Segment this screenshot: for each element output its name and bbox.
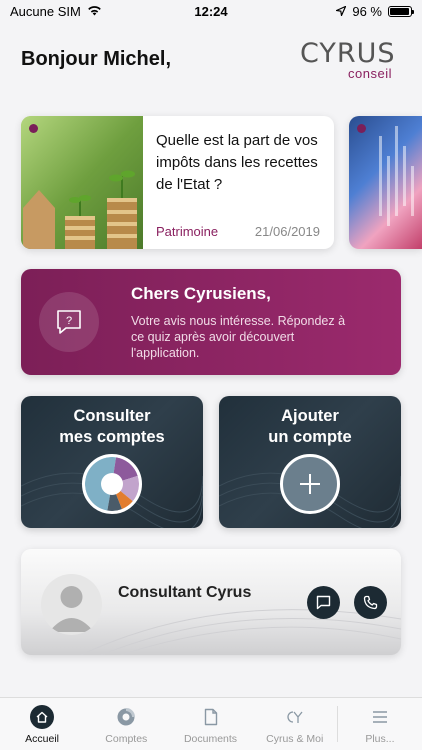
article-meta: Patrimoine 21/06/2019 [156,224,320,239]
status-left: Aucune SIM [10,4,102,19]
article-title: Quelle est la part de vos impôts dans le… [156,132,318,193]
consult-accounts-line1: Consulter [73,407,151,425]
tab-cyrus-moi[interactable]: Cyrus & Moi [253,698,337,750]
coins-plant-illustration [21,116,143,249]
article-card[interactable]: Quelle est la part de vos impôts dans le… [21,116,334,249]
plus-icon [280,454,340,514]
greeting-title: Bonjour Michel, [21,48,171,70]
status-bar: Aucune SIM 12:24 96 % [0,0,422,22]
tab-plus[interactable]: Plus... [338,698,422,750]
home-icon [30,704,55,730]
consultant-avatar [41,574,102,635]
consult-accounts-line2: mes comptes [59,428,165,446]
tab-documents[interactable]: Documents [168,698,252,750]
unread-dot [29,124,38,133]
cyrus-logo-icon [284,704,306,730]
article-image [21,116,143,249]
document-icon [204,704,218,730]
article-body: Quelle est la part de vos impôts dans le… [143,116,334,249]
add-account-line2: un compte [268,428,352,446]
phone-icon [363,595,378,610]
tab-plus-label: Plus... [365,733,395,745]
tab-accueil-label: Accueil [25,733,60,745]
article-category: Patrimoine [156,224,219,239]
svg-text:?: ? [66,315,72,327]
quiz-description: Votre avis nous intéresse. Répondez à ce… [131,313,346,360]
quiz-text: Chers Cyrusiens, Votre avis nous intéres… [131,284,347,361]
logo-main-text: CYRUS [300,38,396,69]
status-right: 96 % [334,3,414,19]
tab-documents-label: Documents [183,733,238,745]
add-account-title: Ajouter un compte [219,406,401,448]
battery-fill [390,7,410,15]
next-article-card[interactable] [349,116,422,249]
tab-cyrus-moi-label: Cyrus & Moi [266,733,324,745]
chat-icon [316,595,331,610]
quiz-title: Chers Cyrusiens, [131,283,271,303]
cyrus-logo: CYRUS conseil [300,38,396,82]
finance-chart-illustration [379,126,414,226]
consultant-name: Consultant Cyrus [118,584,252,601]
carrier-label: Aucune SIM [10,3,81,19]
battery-icon [388,5,414,17]
call-button[interactable] [354,586,387,619]
consult-accounts-title: Consulter mes comptes [21,406,203,448]
consult-accounts-tile[interactable]: Consulter mes comptes [21,396,203,528]
location-arrow-icon [334,4,348,19]
donut-chart-icon [117,704,136,730]
battery-percent: 96 % [352,3,382,19]
tab-comptes-label: Comptes [105,733,148,745]
accounts-donut-icon [82,454,142,514]
unread-dot [357,124,366,133]
question-bubble-icon: ? [39,292,99,352]
wifi-icon [87,4,102,19]
add-account-line1: Ajouter [281,407,339,425]
bottom-tab-bar: Accueil Comptes Documents Cyrus & Moi Pl… [0,697,422,750]
tab-comptes[interactable]: Comptes [84,698,168,750]
chat-button[interactable] [307,586,340,619]
quiz-banner[interactable]: ? Chers Cyrusiens, Votre avis nous intér… [21,269,401,375]
consultant-card[interactable]: Consultant Cyrus [21,549,401,655]
tab-accueil[interactable]: Accueil [0,698,84,750]
add-account-tile[interactable]: Ajouter un compte [219,396,401,528]
menu-icon [371,704,389,730]
article-date: 21/06/2019 [254,224,320,239]
